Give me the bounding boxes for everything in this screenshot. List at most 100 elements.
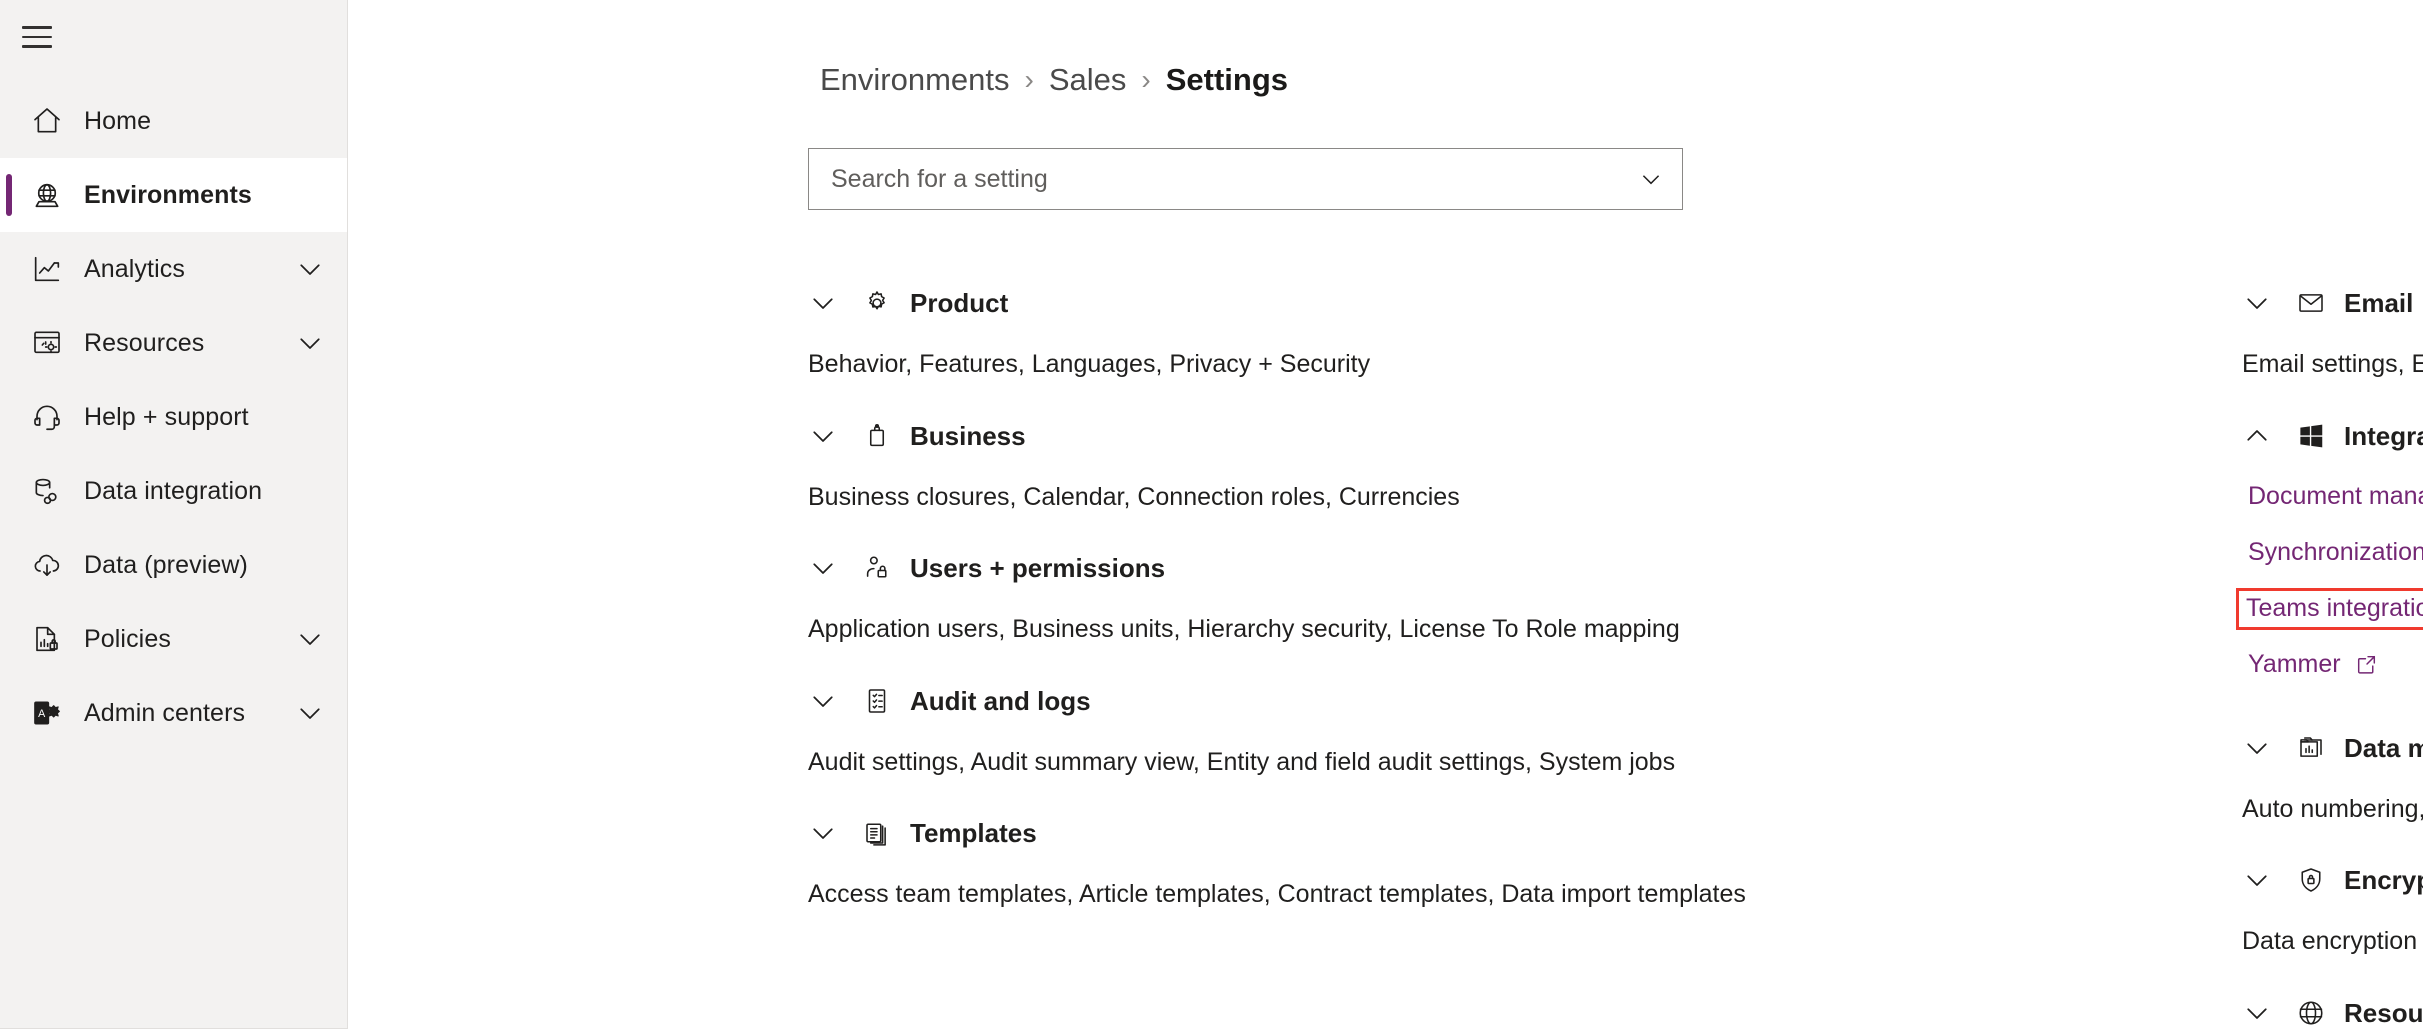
settings-link-teams-integration-settings[interactable]: Teams integration settings bbox=[2236, 588, 2423, 630]
settings-group-title: Users + permissions bbox=[910, 555, 1165, 581]
settings-link-row: Yammer bbox=[2242, 637, 2423, 693]
chevron-down-icon[interactable] bbox=[295, 624, 325, 654]
settings-group-description: Auto numbering, Automatic record creatio… bbox=[2242, 793, 2423, 826]
settings-group-title: Resources bbox=[2344, 1000, 2423, 1026]
chevron-down-icon[interactable] bbox=[2242, 733, 2278, 763]
settings-group-encryption: Encryption Data encryption bbox=[2242, 857, 2423, 958]
settings-group-product: ProductBehavior, Features, Languages, Pr… bbox=[808, 280, 1768, 381]
sidebar-nav: Home Environments Analytics Resources Help +… bbox=[0, 84, 347, 750]
chevron-down-icon[interactable] bbox=[808, 421, 844, 451]
search-setting-box[interactable] bbox=[808, 148, 1683, 210]
sidebar-item-label: Home bbox=[84, 109, 151, 134]
sidebar-item-analytics[interactable]: Analytics bbox=[0, 232, 347, 306]
hamburger-menu-icon[interactable] bbox=[0, 0, 74, 74]
settings-group-header-audit-and-logs[interactable]: Audit and logs bbox=[808, 678, 1768, 724]
sidebar-item-label: Analytics bbox=[84, 257, 185, 282]
settings-group-header-users-permissions[interactable]: Users + permissions bbox=[808, 545, 1768, 591]
chevron-down-icon[interactable] bbox=[808, 686, 844, 716]
chevron-down-icon[interactable] bbox=[295, 328, 325, 358]
settings-group-title: Product bbox=[910, 290, 1008, 316]
sidebar-item-home[interactable]: Home bbox=[0, 84, 347, 158]
settings-link-document-management-settings[interactable]: Document management settings bbox=[2242, 480, 2423, 513]
mail-icon bbox=[2294, 288, 2328, 318]
settings-group-header-encryption[interactable]: Encryption bbox=[2242, 857, 2423, 903]
chevron-up-icon[interactable] bbox=[2242, 421, 2278, 451]
admin-centers-icon: A bbox=[30, 696, 64, 730]
settings-group-header-product[interactable]: Product bbox=[808, 280, 1768, 326]
settings-link-row: Document management settings bbox=[2242, 469, 2423, 525]
app-root: Home Environments Analytics Resources Help +… bbox=[0, 0, 2423, 1029]
breadcrumb-separator: › bbox=[1025, 64, 1034, 96]
hamburger-bar bbox=[22, 36, 52, 39]
settings-group-description: Audit settings, Audit summary view, Enti… bbox=[808, 746, 1768, 779]
sidebar-item-label: Resources bbox=[84, 331, 204, 356]
settings-link-row: Teams integration settings bbox=[2242, 581, 2423, 637]
settings-link-list: Document management settings Synchronizat… bbox=[2242, 469, 2423, 693]
windows-icon bbox=[2294, 421, 2328, 451]
settings-link-synchronization[interactable]: Synchronization bbox=[2242, 536, 2423, 569]
policies-icon bbox=[30, 622, 64, 656]
settings-group-header-business[interactable]: Business bbox=[808, 413, 1768, 459]
settings-group-users-permissions: Users + permissions Application users, Bu… bbox=[808, 545, 1768, 646]
settings-link-label: Synchronization bbox=[2248, 540, 2423, 565]
settings-group-title: Encryption bbox=[2344, 867, 2423, 893]
sidebar-item-data-preview[interactable]: Data (preview) bbox=[0, 528, 347, 602]
chevron-down-icon[interactable] bbox=[808, 553, 844, 583]
breadcrumb-item-sales[interactable]: Sales bbox=[1049, 62, 1127, 98]
sidebar-item-help-support[interactable]: Help + support bbox=[0, 380, 347, 454]
settings-group-header-data-management[interactable]: Data management bbox=[2242, 725, 2423, 771]
svg-text:A: A bbox=[38, 708, 46, 720]
settings-group-business: BusinessBusiness closures, Calendar, Con… bbox=[808, 413, 1768, 514]
settings-group-description: Application users, Business units, Hiera… bbox=[808, 613, 1768, 646]
settings-group-integration: Integration Document management settings S… bbox=[2242, 413, 2423, 693]
sidebar-item-label: Policies bbox=[84, 627, 171, 652]
sidebar-item-admin-centers[interactable]: A Admin centers bbox=[0, 676, 347, 750]
analytics-icon bbox=[30, 252, 64, 286]
settings-group-description: Email settings, Email tracking, Mailboxe… bbox=[2242, 348, 2423, 381]
sidebar-item-label: Help + support bbox=[84, 405, 249, 430]
data-integration-icon bbox=[30, 474, 64, 508]
chevron-down-icon[interactable] bbox=[2242, 998, 2278, 1028]
settings-columns: ProductBehavior, Features, Languages, Pr… bbox=[348, 248, 2423, 1029]
settings-link-label: Document management settings bbox=[2248, 484, 2423, 509]
chevron-down-icon[interactable] bbox=[295, 254, 325, 284]
search-input[interactable] bbox=[831, 165, 1628, 194]
chevron-down-icon[interactable] bbox=[295, 698, 325, 728]
sidebar-item-resources[interactable]: Resources bbox=[0, 306, 347, 380]
settings-group-header-email[interactable]: Email bbox=[2242, 280, 2423, 326]
sidebar-item-data-integration[interactable]: Data integration bbox=[0, 454, 347, 528]
settings-link-label: Teams integration settings bbox=[2246, 596, 2423, 621]
settings-group-resources: ResourcesAll legacy settings, Dynamics 3… bbox=[2242, 990, 2423, 1029]
sidebar: Home Environments Analytics Resources Help +… bbox=[0, 0, 348, 1029]
settings-group-header-templates[interactable]: Templates bbox=[808, 810, 1768, 856]
chevron-down-icon[interactable] bbox=[2242, 288, 2278, 318]
sidebar-item-label: Admin centers bbox=[84, 701, 245, 726]
audit-icon bbox=[860, 686, 894, 716]
settings-group-data-management: Data management Auto numbering, Automatic… bbox=[2242, 725, 2423, 826]
settings-group-header-integration[interactable]: Integration bbox=[2242, 413, 2423, 459]
settings-link-label: Yammer bbox=[2248, 652, 2341, 677]
breadcrumb-item-environments[interactable]: Environments bbox=[820, 62, 1010, 98]
settings-group-header-resources[interactable]: Resources bbox=[2242, 990, 2423, 1029]
data-preview-icon bbox=[30, 548, 64, 582]
chevron-down-icon[interactable] bbox=[1638, 166, 1664, 192]
data-management-icon bbox=[2294, 733, 2328, 763]
globe-icon bbox=[30, 178, 64, 212]
gear-icon bbox=[860, 288, 894, 318]
settings-group-audit-and-logs: Audit and logs Audit settings, Audit summ… bbox=[808, 678, 1768, 779]
main-content: Environments›Sales›Settings ProductBehav… bbox=[348, 0, 2423, 1029]
hamburger-bar bbox=[22, 45, 52, 48]
settings-group-title: Email bbox=[2344, 290, 2413, 316]
sidebar-item-policies[interactable]: Policies bbox=[0, 602, 347, 676]
settings-group-templates: Templates Access team templates, Article … bbox=[808, 810, 1768, 911]
chevron-down-icon[interactable] bbox=[808, 288, 844, 318]
settings-link-yammer[interactable]: Yammer bbox=[2242, 648, 2385, 681]
settings-group-description: Data encryption bbox=[2242, 925, 2423, 958]
chevron-down-icon[interactable] bbox=[808, 818, 844, 848]
settings-group-description: Access team templates, Article templates… bbox=[808, 878, 1768, 911]
headset-icon bbox=[30, 400, 64, 434]
external-link-icon bbox=[2354, 652, 2379, 677]
chevron-down-icon[interactable] bbox=[2242, 865, 2278, 895]
hamburger-bar bbox=[22, 26, 52, 29]
sidebar-item-environments[interactable]: Environments bbox=[0, 158, 347, 232]
